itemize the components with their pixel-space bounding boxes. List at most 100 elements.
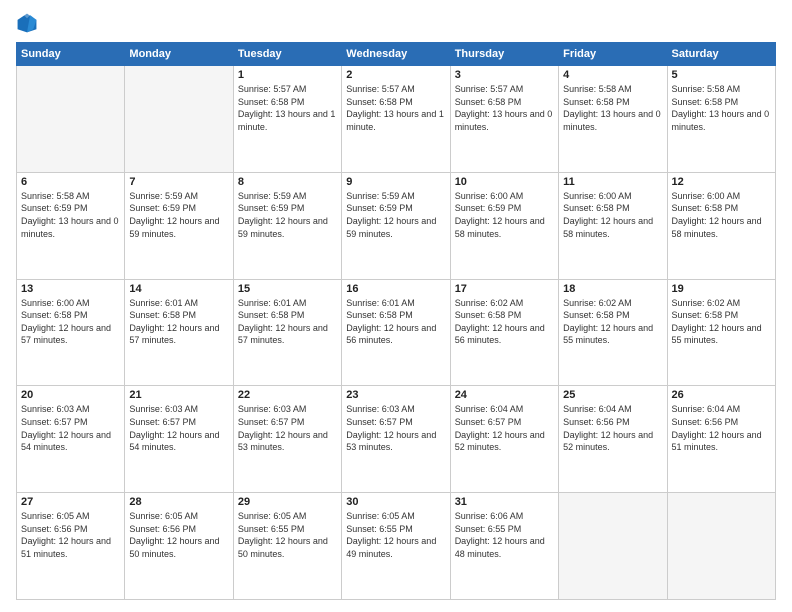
day-info: Sunrise: 6:04 AM Sunset: 6:56 PM Dayligh…	[672, 403, 771, 453]
day-number: 15	[238, 283, 337, 295]
calendar-cell: 5Sunrise: 5:58 AM Sunset: 6:58 PM Daylig…	[667, 66, 775, 173]
calendar-cell	[667, 493, 775, 600]
day-info: Sunrise: 6:03 AM Sunset: 6:57 PM Dayligh…	[21, 403, 120, 453]
day-number: 7	[129, 176, 228, 188]
day-number: 8	[238, 176, 337, 188]
day-number: 20	[21, 389, 120, 401]
day-number: 16	[346, 283, 445, 295]
day-info: Sunrise: 6:05 AM Sunset: 6:56 PM Dayligh…	[129, 510, 228, 560]
day-number: 11	[563, 176, 662, 188]
calendar-cell: 2 Sunrise: 5:57 AM Sunset: 6:58 PM Daylig…	[342, 66, 450, 173]
day-number: 2	[346, 69, 445, 81]
day-number: 14	[129, 283, 228, 295]
calendar-cell	[17, 66, 125, 173]
calendar-cell: 17 Sunrise: 6:02 AM Sunset: 6:58 PM Dayli…	[450, 279, 558, 386]
day-number: 13	[21, 283, 120, 295]
calendar-cell: 21 Sunrise: 6:03 AM Sunset: 6:57 PM Dayli…	[125, 386, 233, 493]
weekday-header-wednesday: Wednesday	[342, 43, 450, 66]
calendar-cell: 20 Sunrise: 6:03 AM Sunset: 6:57 PM Dayli…	[17, 386, 125, 493]
day-info: Sunrise: 6:05 AM Sunset: 6:56 PM Dayligh…	[21, 510, 120, 560]
calendar-cell: 27 Sunrise: 6:05 AM Sunset: 6:56 PM Dayli…	[17, 493, 125, 600]
calendar-cell: 30Sunrise: 6:05 AM Sunset: 6:55 PM Dayli…	[342, 493, 450, 600]
calendar-cell: 26 Sunrise: 6:04 AM Sunset: 6:56 PM Dayli…	[667, 386, 775, 493]
calendar-cell: 28 Sunrise: 6:05 AM Sunset: 6:56 PM Dayli…	[125, 493, 233, 600]
day-info: Sunrise: 6:00 AM Sunset: 6:58 PM Dayligh…	[21, 297, 120, 347]
day-info: Sunrise: 6:01 AM Sunset: 6:58 PM Dayligh…	[129, 297, 228, 347]
calendar-cell: 25 Sunrise: 6:04 AM Sunset: 6:56 PM Dayli…	[559, 386, 667, 493]
day-info: Sunrise: 5:57 AM Sunset: 6:58 PM Dayligh…	[455, 83, 554, 133]
day-info: Sunrise: 6:03 AM Sunset: 6:57 PM Dayligh…	[346, 403, 445, 453]
week-row-3: 13 Sunrise: 6:00 AM Sunset: 6:58 PM Dayli…	[17, 279, 776, 386]
day-info: Sunrise: 5:58 AM Sunset: 6:58 PM Dayligh…	[563, 83, 662, 133]
day-number: 26	[672, 389, 771, 401]
calendar-cell: 16 Sunrise: 6:01 AM Sunset: 6:58 PM Dayli…	[342, 279, 450, 386]
day-number: 24	[455, 389, 554, 401]
page: SundayMondayTuesdayWednesdayThursdayFrid…	[0, 0, 792, 612]
calendar-cell: 15 Sunrise: 6:01 AM Sunset: 6:58 PM Dayli…	[233, 279, 341, 386]
day-number: 30	[346, 496, 445, 508]
day-number: 9	[346, 176, 445, 188]
calendar-cell: 10 Sunrise: 6:00 AM Sunset: 6:59 PM Dayli…	[450, 172, 558, 279]
day-info: Sunrise: 6:04 AM Sunset: 6:56 PM Dayligh…	[563, 403, 662, 453]
day-number: 5	[672, 69, 771, 81]
day-number: 4	[563, 69, 662, 81]
calendar-cell: 14 Sunrise: 6:01 AM Sunset: 6:58 PM Dayli…	[125, 279, 233, 386]
day-info: Sunrise: 5:58 AM Sunset: 6:59 PM Dayligh…	[21, 190, 120, 240]
logo-icon	[16, 12, 38, 34]
day-number: 12	[672, 176, 771, 188]
weekday-header-friday: Friday	[559, 43, 667, 66]
logo	[16, 12, 42, 34]
day-info: Sunrise: 5:59 AM Sunset: 6:59 PM Dayligh…	[346, 190, 445, 240]
day-info: Sunrise: 6:02 AM Sunset: 6:58 PM Dayligh…	[455, 297, 554, 347]
calendar-cell: 19 Sunrise: 6:02 AM Sunset: 6:58 PM Dayli…	[667, 279, 775, 386]
weekday-header-sunday: Sunday	[17, 43, 125, 66]
calendar-cell: 12 Sunrise: 6:00 AM Sunset: 6:58 PM Dayli…	[667, 172, 775, 279]
day-number: 25	[563, 389, 662, 401]
day-number: 19	[672, 283, 771, 295]
calendar-table: SundayMondayTuesdayWednesdayThursdayFrid…	[16, 42, 776, 600]
day-info: Sunrise: 6:06 AM Sunset: 6:55 PM Dayligh…	[455, 510, 554, 560]
day-number: 10	[455, 176, 554, 188]
day-number: 27	[21, 496, 120, 508]
day-number: 31	[455, 496, 554, 508]
calendar-cell: 4 Sunrise: 5:58 AM Sunset: 6:58 PM Daylig…	[559, 66, 667, 173]
calendar-cell: 9 Sunrise: 5:59 AM Sunset: 6:59 PM Daylig…	[342, 172, 450, 279]
day-info: Sunrise: 6:01 AM Sunset: 6:58 PM Dayligh…	[238, 297, 337, 347]
day-number: 17	[455, 283, 554, 295]
weekday-header-row: SundayMondayTuesdayWednesdayThursdayFrid…	[17, 43, 776, 66]
day-info: Sunrise: 6:02 AM Sunset: 6:58 PM Dayligh…	[563, 297, 662, 347]
day-number: 18	[563, 283, 662, 295]
day-info: Sunrise: 6:02 AM Sunset: 6:58 PM Dayligh…	[672, 297, 771, 347]
day-number: 1	[238, 69, 337, 81]
weekday-header-thursday: Thursday	[450, 43, 558, 66]
calendar-cell: 13 Sunrise: 6:00 AM Sunset: 6:58 PM Dayli…	[17, 279, 125, 386]
calendar-cell	[559, 493, 667, 600]
calendar-cell: 6 Sunrise: 5:58 AM Sunset: 6:59 PM Daylig…	[17, 172, 125, 279]
calendar-cell: 3Sunrise: 5:57 AM Sunset: 6:58 PM Daylig…	[450, 66, 558, 173]
day-number: 22	[238, 389, 337, 401]
day-info: Sunrise: 6:03 AM Sunset: 6:57 PM Dayligh…	[129, 403, 228, 453]
day-info: Sunrise: 6:04 AM Sunset: 6:57 PM Dayligh…	[455, 403, 554, 453]
day-info: Sunrise: 5:57 AM Sunset: 6:58 PM Dayligh…	[238, 83, 337, 133]
calendar-cell: 18 Sunrise: 6:02 AM Sunset: 6:58 PM Dayli…	[559, 279, 667, 386]
day-info: Sunrise: 5:57 AM Sunset: 6:58 PM Dayligh…	[346, 83, 445, 133]
day-number: 21	[129, 389, 228, 401]
week-row-2: 6 Sunrise: 5:58 AM Sunset: 6:59 PM Daylig…	[17, 172, 776, 279]
weekday-header-saturday: Saturday	[667, 43, 775, 66]
calendar-cell: 29Sunrise: 6:05 AM Sunset: 6:55 PM Dayli…	[233, 493, 341, 600]
day-info: Sunrise: 6:01 AM Sunset: 6:58 PM Dayligh…	[346, 297, 445, 347]
week-row-1: 1 Sunrise: 5:57 AM Sunset: 6:58 PM Daylig…	[17, 66, 776, 173]
calendar-cell: 22Sunrise: 6:03 AM Sunset: 6:57 PM Dayli…	[233, 386, 341, 493]
weekday-header-monday: Monday	[125, 43, 233, 66]
day-number: 28	[129, 496, 228, 508]
week-row-5: 27 Sunrise: 6:05 AM Sunset: 6:56 PM Dayli…	[17, 493, 776, 600]
day-number: 6	[21, 176, 120, 188]
header	[16, 12, 776, 34]
weekday-header-tuesday: Tuesday	[233, 43, 341, 66]
day-info: Sunrise: 6:00 AM Sunset: 6:58 PM Dayligh…	[672, 190, 771, 240]
calendar-cell: 7 Sunrise: 5:59 AM Sunset: 6:59 PM Daylig…	[125, 172, 233, 279]
day-info: Sunrise: 5:59 AM Sunset: 6:59 PM Dayligh…	[129, 190, 228, 240]
day-info: Sunrise: 6:00 AM Sunset: 6:59 PM Dayligh…	[455, 190, 554, 240]
day-number: 29	[238, 496, 337, 508]
calendar-cell: 8Sunrise: 5:59 AM Sunset: 6:59 PM Daylig…	[233, 172, 341, 279]
